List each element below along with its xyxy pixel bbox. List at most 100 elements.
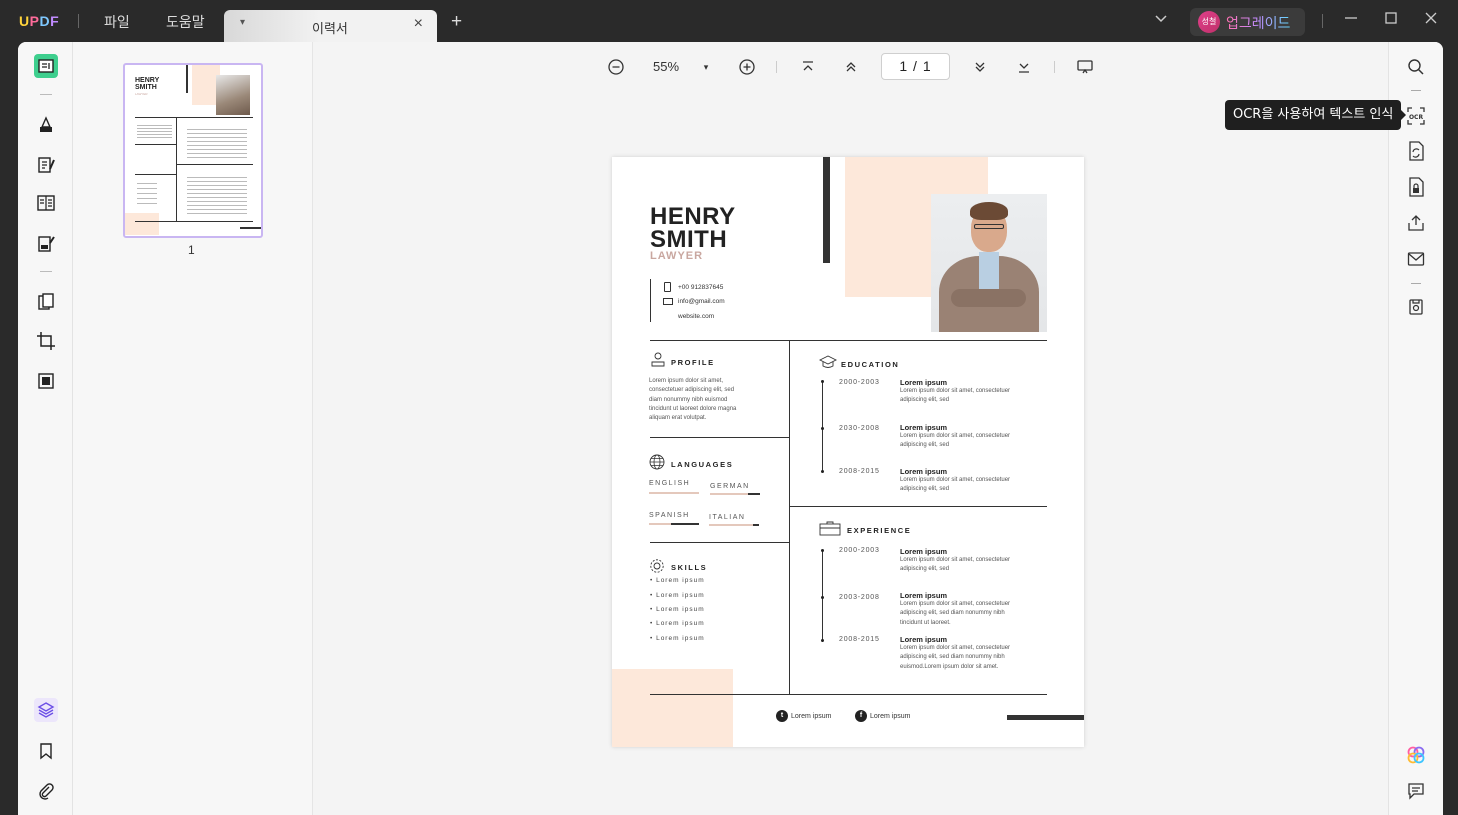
- skill-item: • Lorem ipsum: [650, 620, 705, 627]
- edit-pdf-icon[interactable]: [34, 153, 58, 177]
- reader-mode-icon[interactable]: [34, 54, 58, 78]
- new-tab-button[interactable]: +: [451, 12, 462, 31]
- thumbnail-panel: HENRY SMITH LAWYER 1: [73, 42, 313, 815]
- share-icon[interactable]: [1406, 213, 1426, 233]
- save-icon[interactable]: [1406, 297, 1426, 317]
- experience-title: Lorem ipsum: [900, 547, 948, 556]
- desc-line: Lorem ipsum dolor sit amet, consectetuer: [900, 557, 1011, 563]
- experience-desc: Lorem ipsum dolor sit amet, consectetuer…: [900, 600, 1010, 628]
- search-icon[interactable]: [1406, 57, 1426, 77]
- tab-close-icon[interactable]: ×: [414, 15, 423, 33]
- facebook-link[interactable]: f Lorem ipsum: [855, 710, 910, 722]
- chevron-down-icon[interactable]: [1154, 12, 1168, 32]
- last-page-icon[interactable]: [1014, 57, 1034, 77]
- page-layout-icon[interactable]: [34, 191, 58, 215]
- education-years: 2030-2008: [839, 425, 880, 432]
- pdf-page[interactable]: HENRY SMITH LAWYER +00 912837645 info@gma…: [612, 157, 1084, 747]
- document-tab[interactable]: ▾ 이력서 ×: [224, 10, 437, 42]
- menu-help[interactable]: 도움말: [166, 12, 205, 32]
- menu-file[interactable]: 파일: [104, 12, 130, 32]
- ocr-icon[interactable]: OCR: [1406, 106, 1426, 126]
- comment-icon[interactable]: [1406, 781, 1426, 801]
- minimize-icon[interactable]: [1343, 10, 1359, 32]
- menu-divider: [78, 14, 79, 28]
- ai-assistant-icon[interactable]: [1406, 745, 1426, 765]
- divider: [650, 694, 1047, 696]
- resume-phone: +00 912837645: [678, 284, 724, 291]
- protect-pages-icon[interactable]: [34, 369, 58, 393]
- page-number-input[interactable]: 1 / 1: [881, 53, 950, 80]
- education-years: 2008-2015: [839, 468, 880, 475]
- graduation-cap-icon: [818, 355, 838, 374]
- zoom-out-icon[interactable]: [606, 57, 626, 77]
- experience-years: 2000-2003: [839, 547, 880, 554]
- contact-divider: [650, 279, 652, 322]
- tab-dropdown-icon[interactable]: ▾: [240, 17, 245, 28]
- twitter-icon: t: [776, 710, 788, 722]
- twitter-link[interactable]: t Lorem ipsum: [776, 710, 831, 722]
- left-tool-rail: [18, 42, 73, 815]
- education-years: 2000-2003: [839, 379, 880, 386]
- svg-text:OCR: OCR: [1409, 114, 1424, 121]
- experience-years: 2003-2008: [839, 594, 880, 601]
- experience-title: Lorem ipsum: [900, 591, 948, 600]
- profile-line: diam nonummy nibh euismod: [649, 396, 728, 403]
- gear-icon: [649, 558, 665, 579]
- layers-icon[interactable]: [34, 698, 58, 722]
- divider: [789, 506, 1047, 508]
- education-title: Lorem ipsum: [900, 378, 948, 387]
- convert-pdf-icon[interactable]: [1406, 141, 1426, 161]
- profile-line: tincidunt ut laoreet dolore magna: [649, 405, 737, 412]
- rail-divider: [1411, 90, 1421, 91]
- language-english: ENGLISH: [649, 480, 691, 487]
- email-icon[interactable]: [1406, 249, 1426, 269]
- last-name: SMITH: [650, 226, 728, 253]
- profile-photo: [931, 194, 1047, 332]
- comment-highlighter-icon[interactable]: [34, 113, 58, 137]
- maximize-icon[interactable]: [1383, 10, 1399, 32]
- fill-form-icon[interactable]: [34, 232, 58, 256]
- zoom-level[interactable]: 55%: [653, 59, 679, 74]
- accent-bar: [823, 157, 830, 263]
- previous-page-icon[interactable]: [841, 57, 861, 77]
- presentation-icon[interactable]: [1075, 57, 1095, 77]
- document-viewer[interactable]: 55% ▾ 1 / 1 HENRY SMITH LAWYER +00 91283…: [313, 42, 1388, 815]
- desc-line: adipiscing elit, sed: [900, 486, 950, 493]
- profile-line: aliquam erat volutpat.: [649, 415, 707, 422]
- zoom-dropdown-icon[interactable]: ▾: [699, 57, 713, 77]
- profile-text: Lorem ipsum dolor sit amet, consectetuer…: [649, 377, 736, 423]
- briefcase-icon: [819, 521, 841, 541]
- attachment-icon[interactable]: [34, 779, 58, 803]
- zoom-in-icon[interactable]: [737, 57, 757, 77]
- desc-line: Lorem ipsum dolor sit amet, consectetuer: [900, 433, 1011, 439]
- language-italian: ITALIAN: [709, 514, 746, 521]
- divider: [650, 340, 1047, 342]
- education-title: Lorem ipsum: [900, 467, 948, 476]
- rail-divider: [40, 94, 52, 95]
- language-spanish: SPANISH: [649, 512, 690, 519]
- language-german: GERMAN: [710, 483, 750, 490]
- protect-pdf-icon[interactable]: [1406, 177, 1426, 197]
- skills-heading: SKILLS: [671, 563, 708, 572]
- resume-role: LAWYER: [650, 250, 704, 262]
- facebook-label: Lorem ipsum: [870, 712, 911, 720]
- close-icon[interactable]: [1423, 10, 1439, 32]
- profile-heading: PROFILE: [671, 358, 715, 367]
- desc-line: adipiscing elit, sed diam nonummy nibh: [900, 654, 1005, 661]
- bookmark-icon[interactable]: [34, 739, 58, 763]
- desc-line: Lorem ipsum dolor sit amet, consectetuer: [900, 477, 1011, 483]
- first-page-icon[interactable]: [798, 57, 818, 77]
- crop-icon[interactable]: [34, 329, 58, 353]
- skill-item: • Lorem ipsum: [650, 635, 705, 642]
- next-page-icon[interactable]: [970, 57, 990, 77]
- title-bar: UPDF 파일 도움말 ▾ 이력서 × + 성철 업그레이드: [0, 0, 1458, 42]
- toolbar-divider: [776, 61, 777, 73]
- education-title: Lorem ipsum: [900, 423, 948, 432]
- upgrade-button[interactable]: 성철 업그레이드: [1190, 8, 1305, 36]
- skill-item: • Lorem ipsum: [650, 577, 705, 584]
- organize-pages-icon[interactable]: [34, 290, 58, 314]
- current-page: 1: [899, 58, 909, 74]
- page-thumbnail[interactable]: HENRY SMITH LAWYER: [123, 63, 263, 238]
- desc-line: Lorem ipsum dolor sit amet, consectetuer: [900, 388, 1011, 394]
- education-desc: Lorem ipsum dolor sit amet, consectetuer…: [900, 432, 1010, 451]
